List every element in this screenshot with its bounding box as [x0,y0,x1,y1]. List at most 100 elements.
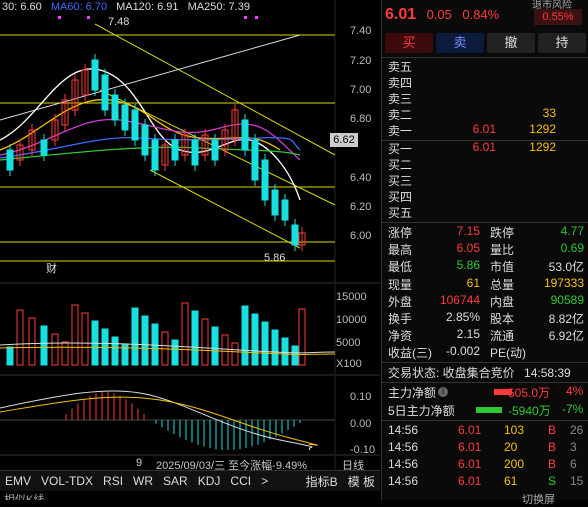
stat-row: 收益(三) -0.002 PE(动) [386,344,586,360]
macd-tick: 0.00 [350,418,372,430]
stat-value: 53.0亿 [548,260,584,275]
volume-bar [231,342,239,366]
candle-body [131,109,139,141]
bid-price: 6.01 [472,140,496,154]
candle-body [40,139,48,156]
volume-bar [28,317,36,366]
price-tick: 7.00 [350,84,372,96]
stat-value: 0.69 [560,241,584,256]
ask-label: 卖二 [388,108,413,122]
volume-bar [251,313,259,366]
capital-flow-row[interactable]: 主力净额 i 505.0万 4% [386,384,586,400]
volume-tick: 10000 [336,314,367,326]
switch-screen-button[interactable]: 切换屏 [522,491,555,507]
info-icon[interactable]: i [438,387,448,397]
candle-body [121,104,129,131]
stat-value: 5.86 [456,258,480,273]
stat-value: 2.85% [445,310,480,324]
capital-flow-label: 5日主力净额 [388,404,455,418]
tab-cci[interactable]: CCI [225,474,256,488]
bid-row[interactable]: 买五 [386,204,586,220]
tick-count: 15 [570,474,584,488]
similar-kline-button[interactable]: 相似K线 [4,491,44,500]
cancel-order-button[interactable]: 撤 [487,33,535,53]
stat-value: 7.15 [456,224,480,238]
price-tick: 7.40 [350,25,372,37]
stat-value: 6.92亿 [548,329,584,344]
candle-body [191,139,199,166]
trade-tick-row: 14:56 6.01 200 B 6 [386,457,586,473]
indicator-tabbar: EMV VOL-TDX RSI WR SAR KDJ CCI > 指标B 模 板 [0,470,380,491]
volume-bar [241,305,249,366]
stat-label: PE(动) [490,346,527,361]
stat-label: 跌停 [490,226,515,240]
tab-kdj[interactable]: KDJ [193,474,226,488]
candle-body [6,149,14,171]
candle-body [271,189,279,216]
volume-bar [40,325,48,366]
current-price-tag: 6.62 [330,133,358,147]
volume-bar [101,328,109,366]
ratio-badge: 0.55% [534,9,582,25]
volume-bar [281,337,289,366]
ma-legend-item: 30: 6.60 [2,1,42,13]
candle-body [211,139,219,161]
tab-emv[interactable]: EMV [0,474,36,488]
tick-side: B [548,423,557,437]
tab-vol-tdx[interactable]: VOL-TDX [36,474,98,488]
candle-body [111,94,119,121]
bid-row[interactable]: 买三 [386,172,586,188]
candle-body [261,159,269,201]
kline-chart-area[interactable]: 30: 6.60 MA60: 6.70 MA120: 6.91 MA250: 7… [0,0,380,500]
stat-label: 量比 [490,243,515,258]
candle-body [171,139,179,161]
bid-row[interactable]: 买二 [386,156,586,172]
indicator-b-button[interactable]: 指标B [301,473,343,490]
volume-bar [81,312,89,366]
price-change-pct: 0.84% [462,7,500,22]
low-price-label: 5.86 [264,252,286,264]
price-change: 0.05 [426,7,452,22]
volume-bar [111,336,119,366]
bid-label: 买二 [388,158,413,172]
ask-row[interactable]: 卖五 [386,58,586,74]
tab-wr[interactable]: WR [128,474,158,488]
holdings-button[interactable]: 持 [538,33,586,53]
stat-row: 涨停 7.15 跌停 4.77 [386,224,586,240]
tab-rsi[interactable]: RSI [98,474,128,488]
stat-label: 涨停 [388,226,413,240]
stat-label: 净资 [388,329,413,344]
trade-tick-row: 14:56 6.01 61 S 15 [386,474,586,490]
trade-tick-row: 14:56 6.01 103 B 26 [386,423,586,439]
bid-row[interactable]: 买四 [386,188,586,204]
ask-row[interactable]: 卖二 33 [386,106,586,122]
buy-button[interactable]: 买 [385,33,433,53]
tick-time: 14:56 [388,474,419,488]
kline-chart[interactable] [0,0,380,500]
trade-status-label: 交易状态: 收盘集合竞价 [388,366,515,380]
bid-volume: 1292 [529,140,556,154]
stat-value: -0.002 [445,344,480,359]
template-button[interactable]: 模 板 [343,473,380,490]
ask-row[interactable]: 卖一 6.01 1292 [386,122,586,138]
ask-row[interactable]: 卖四 [386,74,586,90]
capital-flow-row[interactable]: 5日主力净额 -5940万 -7% [386,402,586,418]
finance-marker[interactable]: 财 [46,260,57,276]
tick-time: 14:56 [388,423,419,437]
ask-row[interactable]: 卖三 [386,90,586,106]
high-price-label: 7.48 [108,16,130,28]
volume-bar [131,307,139,366]
volume-bar [211,326,219,366]
stat-value: 61 [466,275,480,290]
bid-row[interactable]: 买一 6.01 1292 [386,140,586,156]
tick-side: B [548,457,557,471]
sell-button[interactable]: 卖 [436,33,484,53]
volume-bar [291,345,299,366]
tab-more-arrow[interactable]: > [256,474,273,488]
volume-bar [6,346,14,366]
ask-label: 卖三 [388,92,413,106]
tick-price: 6.01 [458,423,482,437]
tab-sar[interactable]: SAR [158,474,193,488]
candle-body [141,124,149,156]
stat-row: 换手 2.85% 股本 8.82亿 [386,310,586,326]
